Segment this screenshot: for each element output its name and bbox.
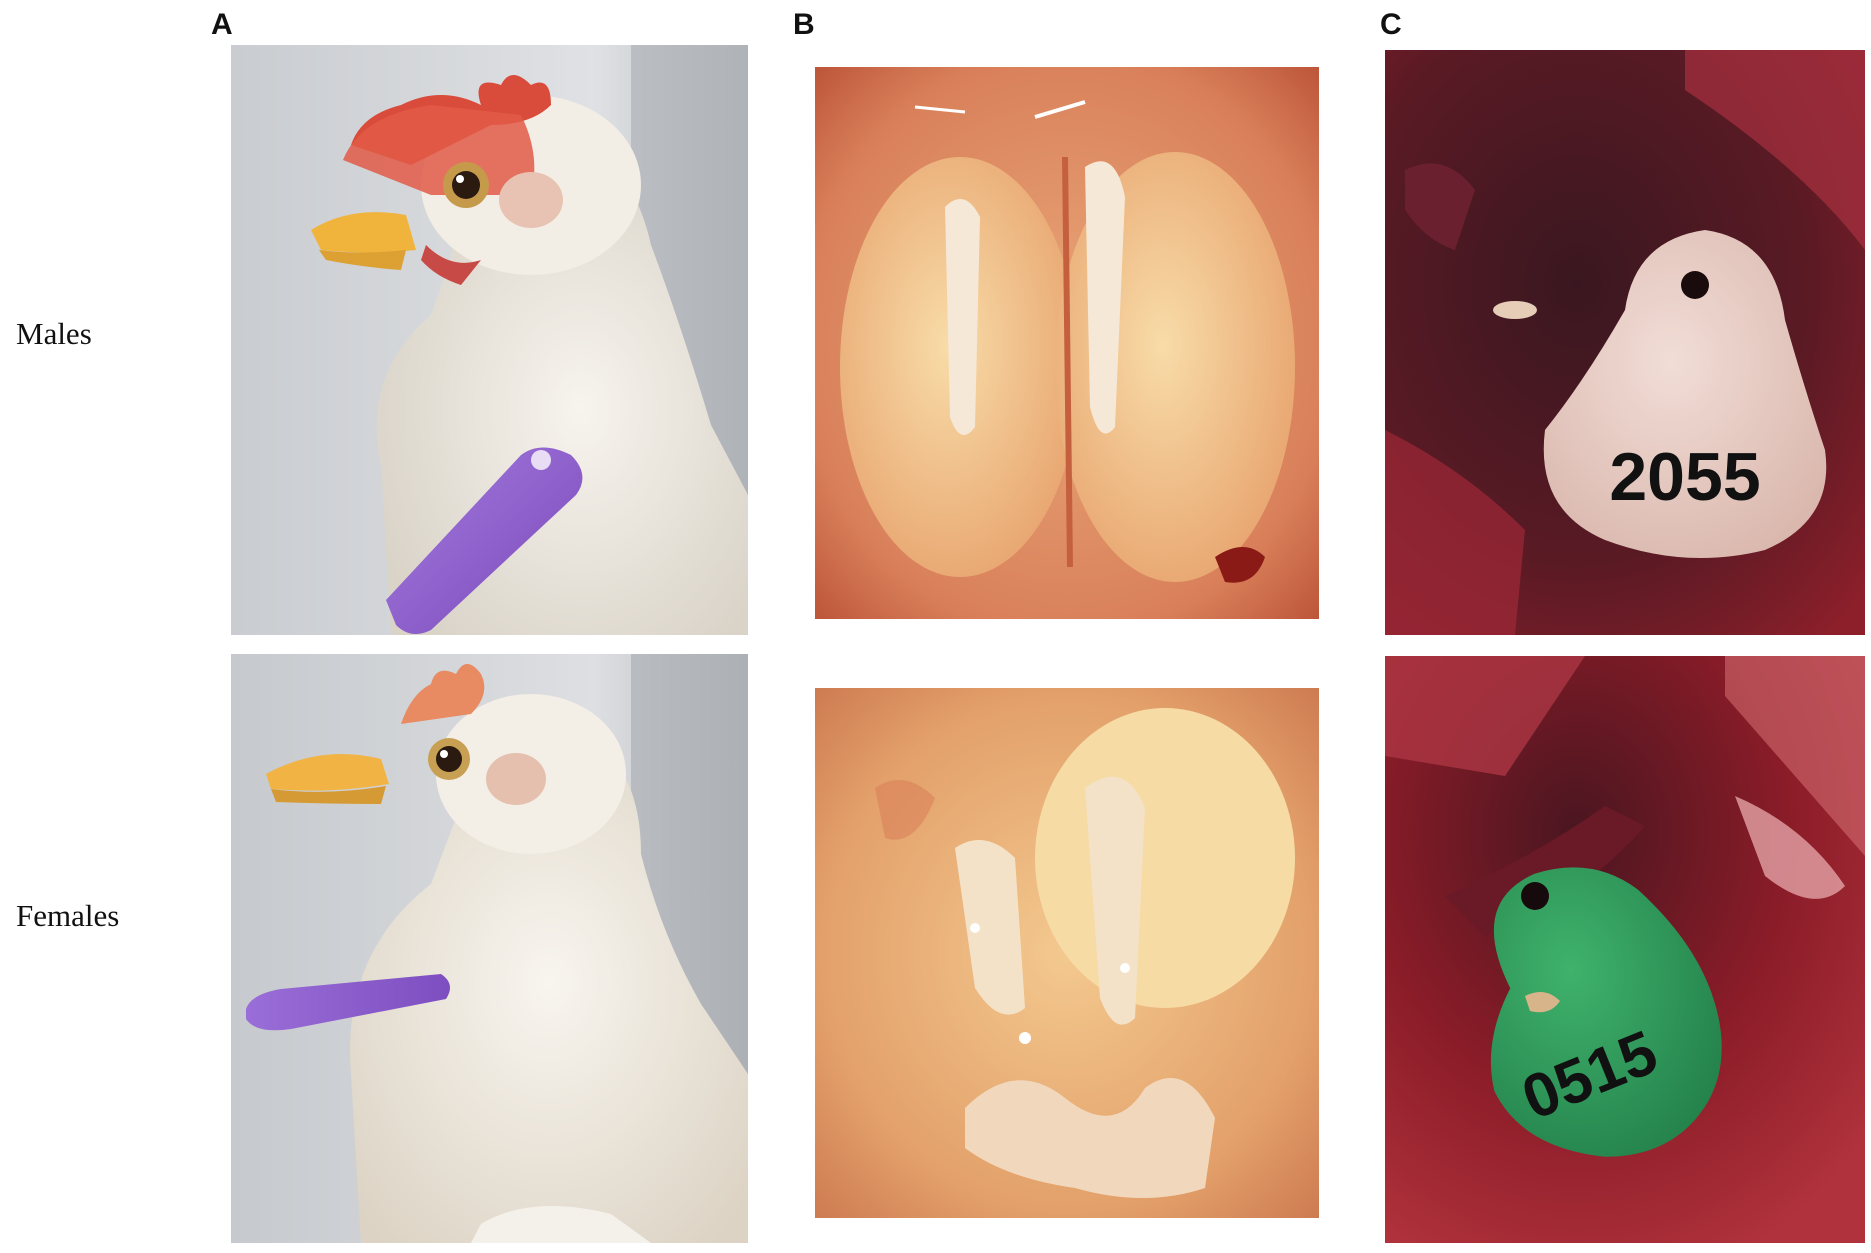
- male-tag-number: 2055: [1609, 439, 1760, 515]
- male-gonad-photo: [815, 67, 1319, 619]
- female-gonad-photo: [815, 688, 1319, 1218]
- female-leg-tag-photo: 0515: [1385, 656, 1865, 1243]
- female-chicken-photo: [231, 654, 748, 1243]
- row-label-males: Males: [16, 316, 92, 351]
- row-label-females: Females: [16, 898, 120, 933]
- panel-label-a: A: [211, 8, 233, 41]
- male-leg-tag-photo: 2055: [1385, 50, 1865, 635]
- panel-label-b: B: [793, 8, 815, 41]
- panel-label-c: C: [1380, 8, 1402, 41]
- male-chicken-photo: [231, 45, 748, 635]
